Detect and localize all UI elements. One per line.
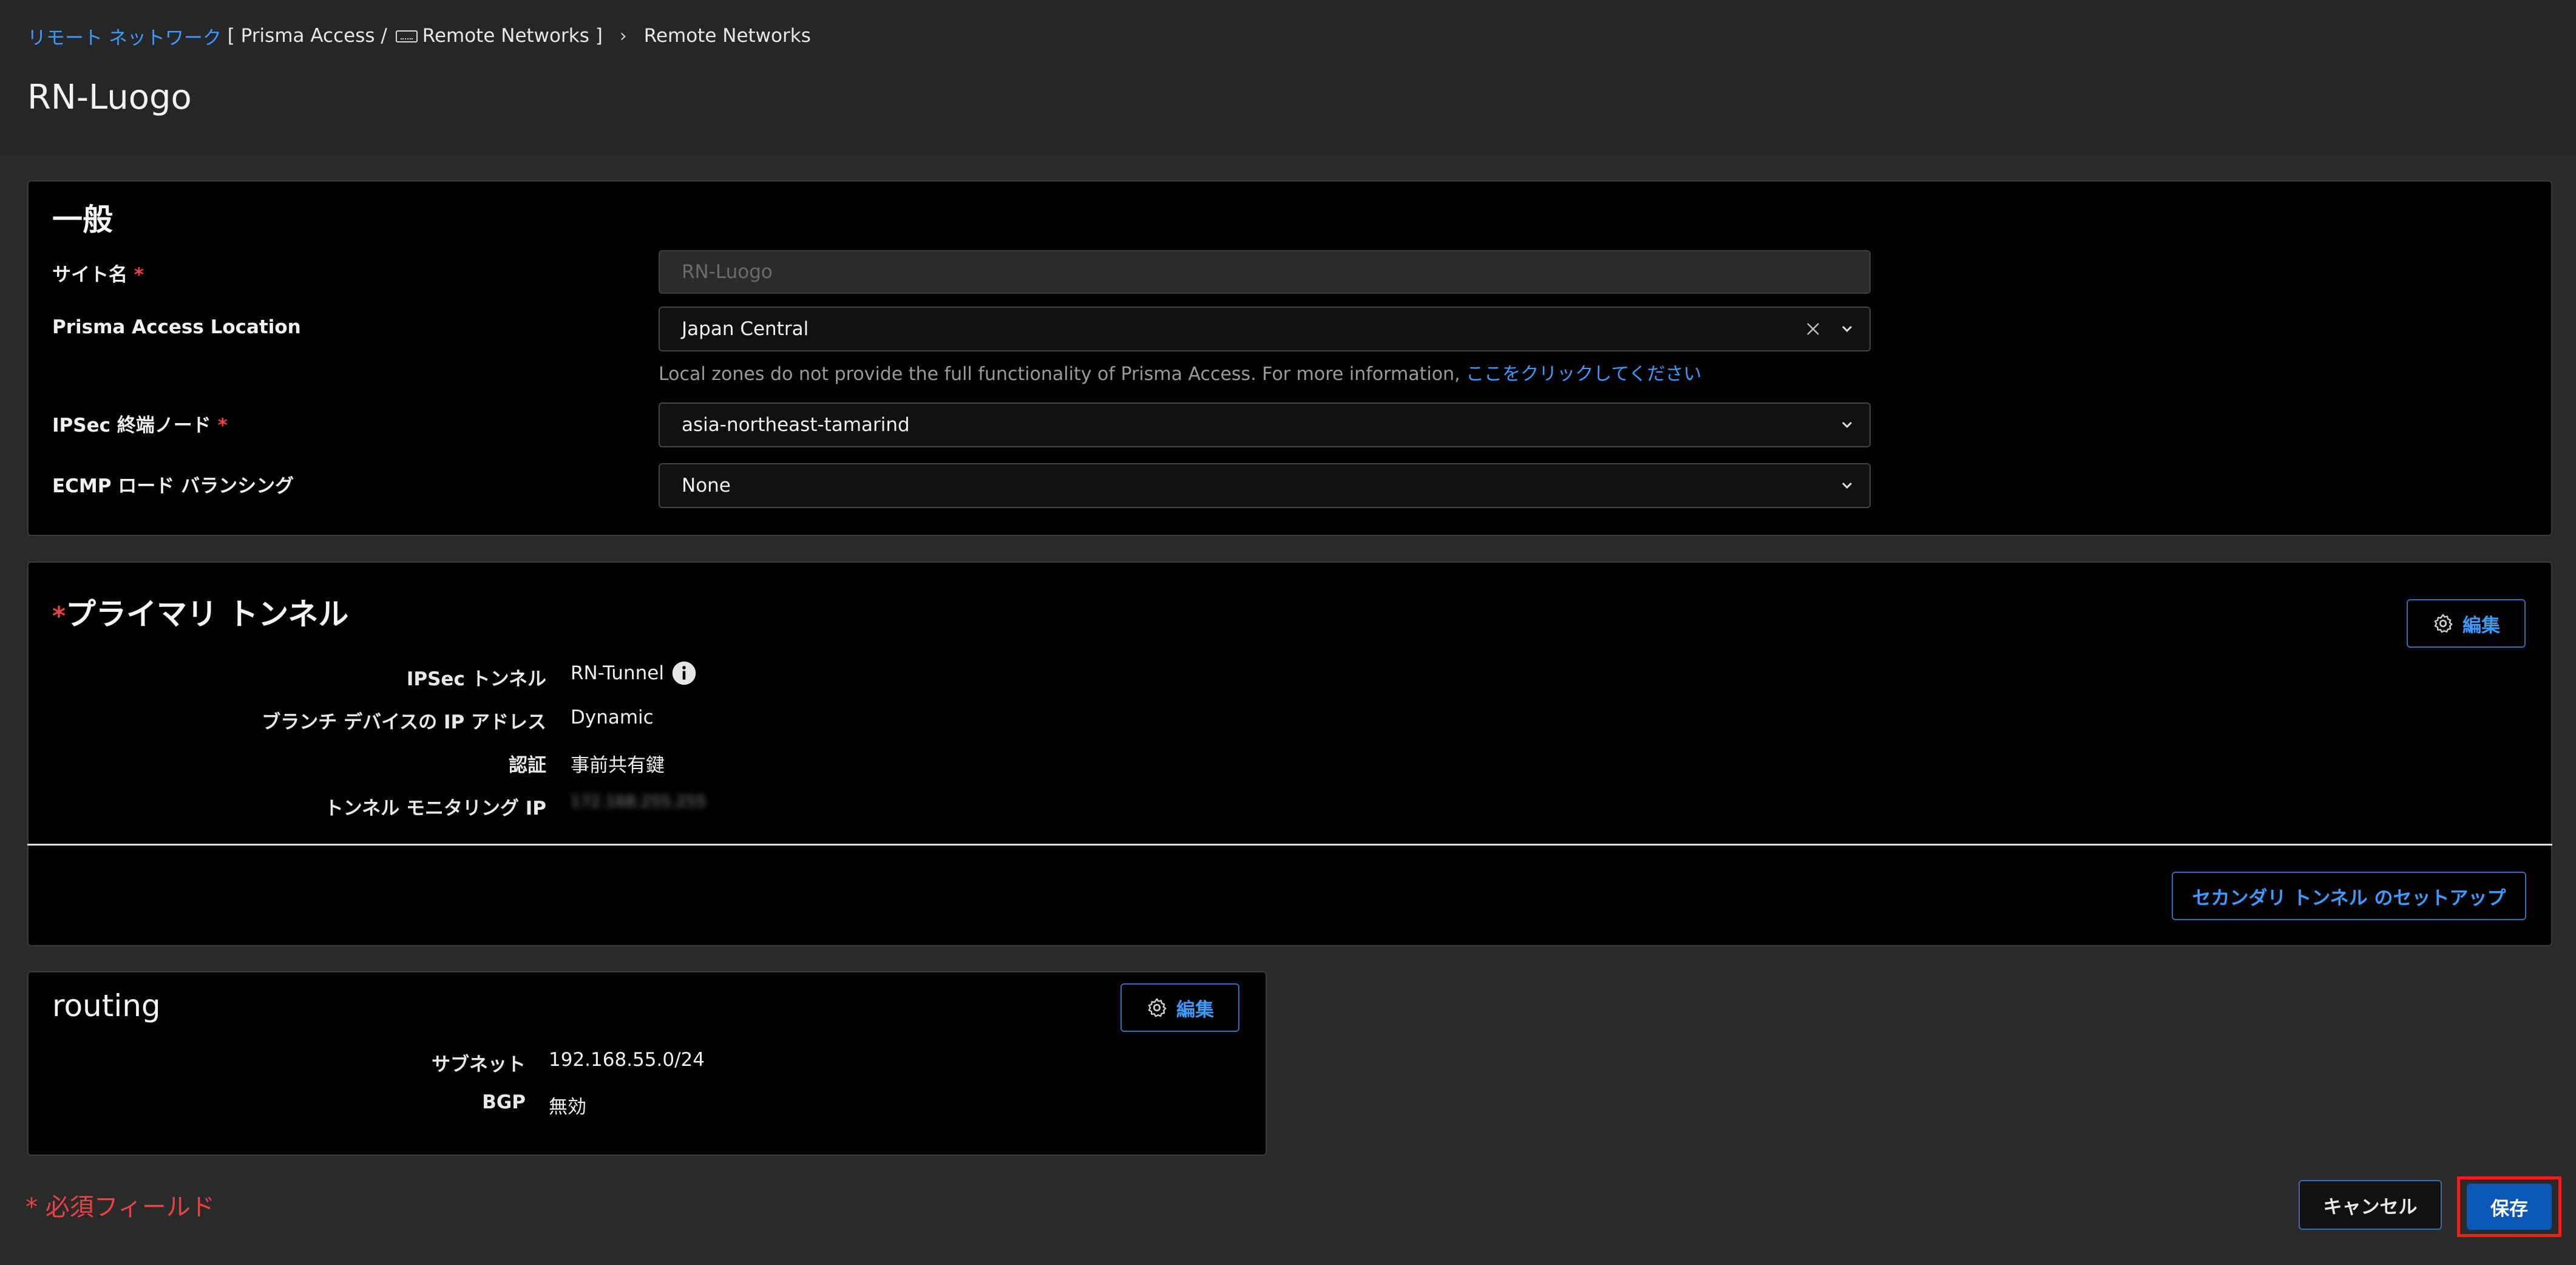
edit-label: 編集	[1176, 999, 1214, 1021]
tunnel-monitoring-ip-value: 172.168.255.255	[571, 793, 707, 811]
primary-tunnel-edit-button[interactable]: 編集	[2407, 599, 2526, 648]
gear-icon	[1148, 998, 1167, 1017]
routing-title: routing	[52, 988, 161, 1023]
bgp-value: 無効	[549, 1096, 586, 1118]
breadcrumb-context-suffix: Remote Networks ]	[422, 25, 603, 47]
ecmp-select[interactable]: None	[659, 463, 1871, 508]
ipsec-tunnel-value: RN-Tunnel	[571, 660, 697, 686]
chevron-down-icon[interactable]	[1838, 416, 1856, 434]
site-name-label: サイト名 *	[52, 264, 144, 286]
ipsec-node-label: IPSec 終端ノード *	[52, 415, 228, 436]
remote-network-icon	[395, 30, 418, 42]
clear-icon[interactable]	[1804, 320, 1822, 338]
tunnel-monitoring-ip-label: トンネル モニタリング IP	[324, 798, 546, 819]
ipsec-node-value: asia-northeast-tamarind	[682, 414, 910, 436]
chevron-down-icon[interactable]	[1838, 320, 1856, 338]
branch-ip-label: ブランチ デバイスの IP アドレス	[262, 711, 546, 733]
secondary-tunnel-setup-button[interactable]: セカンダリ トンネル のセットアップ	[2172, 872, 2526, 920]
chevron-right-icon: ›	[619, 25, 627, 47]
ecmp-label: ECMP ロード バランシング	[52, 475, 294, 497]
subnet-label: サブネット	[432, 1054, 526, 1076]
ipsec-tunnel-label: IPSec トンネル	[406, 668, 546, 690]
site-name-input[interactable]: RN-Luogo	[659, 250, 1871, 294]
breadcrumb-context-prefix: [ Prisma Access /	[227, 25, 387, 47]
breadcrumb: リモート ネットワーク [ Prisma Access / Remote Net…	[27, 22, 811, 50]
cancel-button[interactable]: キャンセル	[2299, 1180, 2442, 1230]
required-mark: *	[52, 601, 66, 631]
bgp-label: BGP	[482, 1091, 526, 1113]
auth-value: 事前共有鍵	[571, 755, 665, 776]
location-select[interactable]: Japan Central	[659, 307, 1871, 351]
required-mark: *	[134, 264, 144, 286]
auth-label: 認証	[509, 755, 546, 776]
gear-icon	[2434, 614, 2453, 633]
site-name-placeholder: RN-Luogo	[682, 261, 773, 283]
edit-label: 編集	[2462, 614, 2500, 637]
location-label: Prisma Access Location	[52, 316, 301, 338]
save-button[interactable]: 保存	[2467, 1184, 2552, 1230]
section-divider	[27, 844, 2552, 846]
breadcrumb-current: Remote Networks	[643, 25, 811, 47]
general-title: 一般	[52, 202, 113, 237]
primary-tunnel-title: *プライマリ トンネル	[52, 597, 349, 632]
routing-edit-button[interactable]: 編集	[1120, 983, 1239, 1032]
page-title: RN-Luogo	[27, 78, 192, 117]
ecmp-value: None	[682, 475, 731, 497]
location-helper-text: Local zones do not provide the full func…	[659, 364, 1702, 385]
page-header: リモート ネットワーク [ Prisma Access / Remote Net…	[0, 0, 2576, 155]
required-mark: *	[217, 415, 228, 436]
ipsec-node-select[interactable]: asia-northeast-tamarind	[659, 402, 1871, 447]
required-fields-note: * 必須フィールド	[25, 1193, 215, 1221]
branch-ip-value: Dynamic	[571, 707, 654, 728]
helper-link[interactable]: ここをクリックしてください	[1466, 364, 1701, 385]
breadcrumb-link-remote-network[interactable]: リモート ネットワーク	[27, 22, 222, 50]
location-value: Japan Central	[682, 318, 809, 340]
chevron-down-icon[interactable]	[1838, 476, 1856, 495]
subnet-value: 192.168.55.0/24	[549, 1049, 705, 1071]
info-icon[interactable]	[671, 660, 697, 686]
